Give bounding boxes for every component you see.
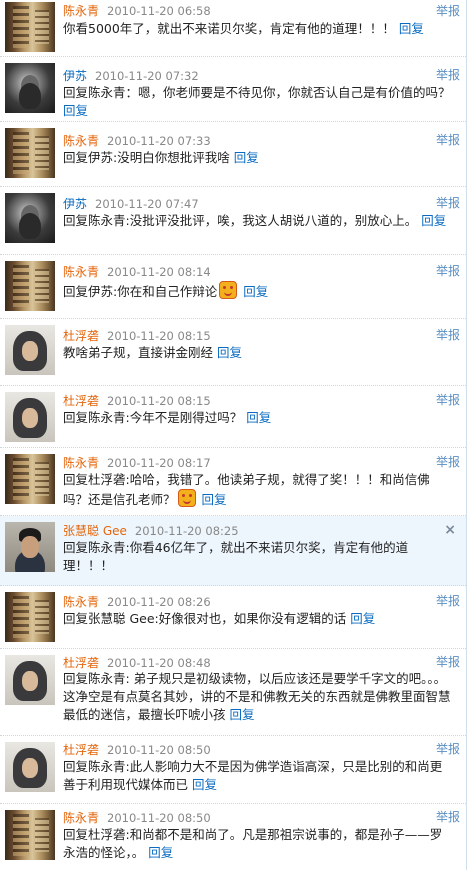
report-link[interactable]: 举报 [436,194,460,211]
reply-link[interactable]: 回复 [421,213,446,228]
comment-time: 2010-11-20 06:58 [107,4,211,18]
book-cover-avatar[interactable] [5,2,55,52]
report-link[interactable]: 举报 [436,453,460,470]
comment-item: 杜浮砻 2010-11-20 08:15 举报 回复陈永青:今年不是刚得过吗？ 回… [0,386,466,448]
report-link[interactable]: 举报 [436,262,460,279]
book-cover-avatar[interactable] [5,810,55,860]
comment-text: 回复陈永青：嗯，你老师要是不待见你，你就否认自己是有价值的吗？ [63,85,451,100]
comment-text: 回复陈永青:你看46亿年了，就出不来诺贝尔奖，肯定有他的道理！！！ [63,540,409,573]
comment-author[interactable]: 杜浮砻 [63,656,99,670]
book-cover-avatar[interactable] [5,261,55,311]
comment-item: 伊苏 2010-11-20 07:32 举报 回复陈永青：嗯，你老师要是不待见你，… [0,57,466,122]
book-cover-avatar[interactable] [5,454,55,504]
reply-link[interactable]: 回复 [63,103,88,118]
reply-link[interactable]: 回复 [192,777,217,792]
comment-item: 陈永青 2010-11-20 06:58 举报 你看5000年了，就出不来诺贝尔奖… [0,0,466,57]
reply-link[interactable]: 回复 [246,410,271,425]
comment-author[interactable]: 陈永青 [63,4,99,18]
comment-item: 陈永青 2010-11-20 07:33 举报 回复伊苏:没明白你想批评我啥 回复 [0,122,466,187]
hooded-person-avatar[interactable] [5,325,55,375]
report-link[interactable]: 举报 [436,653,460,670]
comment-time: 2010-11-20 07:33 [107,134,211,148]
reply-link[interactable]: 回复 [234,150,259,165]
report-link[interactable]: 举报 [436,808,460,825]
comment-author[interactable]: 陈永青 [63,265,99,279]
report-link[interactable]: 举报 [436,66,460,83]
comment-author[interactable]: 杜浮砻 [63,743,99,757]
reply-link[interactable]: 回复 [243,284,268,299]
reply-link[interactable]: 回复 [148,845,173,860]
report-link[interactable]: 举报 [436,740,460,757]
comment-author[interactable]: 陈永青 [63,811,99,825]
comment-text: 回复伊苏:没明白你想批评我啥 [63,150,230,165]
hooded-person-avatar[interactable] [5,742,55,792]
comment-author[interactable]: 伊苏 [63,69,87,83]
comment-time: 2010-11-20 07:32 [95,69,199,83]
comment-item: 张慧聪 Gee 2010-11-20 08:25 × 回复陈永青:你看46亿年了，… [0,516,466,586]
comment-time: 2010-11-20 08:50 [107,743,211,757]
hooded-person-avatar[interactable] [5,392,55,442]
reply-link[interactable]: 回复 [399,21,424,36]
comment-item: 陈永青 2010-11-20 08:26 举报 回复张慧聪 Gee:好像很对也，如… [0,586,466,649]
comment-time: 2010-11-20 07:47 [95,197,199,211]
hooded-person-avatar[interactable] [5,655,55,705]
comment-author[interactable]: 杜浮砻 [63,329,99,343]
comment-author[interactable]: 杜浮砻 [63,394,99,408]
book-cover-avatar[interactable] [5,128,55,178]
comment-item: 杜浮砻 2010-11-20 08:50 举报 回复陈永青:此人影响力大不是因为佛… [0,736,466,804]
comment-item: 杜浮砻 2010-11-20 08:15 举报 教啥弟子规，直接讲金刚经 回复 [0,319,466,386]
comment-item: 陈永青 2010-11-20 08:14 举报 回复伊苏:你在和自己作辩论 回复 [0,255,466,319]
comment-time: 2010-11-20 08:14 [107,265,211,279]
comment-author[interactable]: 张慧聪 Gee [63,524,127,538]
smiley-emoji-icon [219,281,238,299]
delete-comment-icon[interactable]: × [444,522,456,538]
reply-link[interactable]: 回复 [230,707,255,722]
bw-portrait-avatar[interactable] [5,63,55,113]
comment-time: 2010-11-20 08:15 [107,329,211,343]
comment-author[interactable]: 陈永青 [63,595,99,609]
comment-item: 陈永青 2010-11-20 08:50 举报 回复杜浮砻:和尚都不是和尚了。凡是… [0,804,466,870]
comment-text: 回复张慧聪 Gee:好像很对也，如果你没有逻辑的话 [63,611,347,626]
comment-list: 陈永青 2010-11-20 06:58 举报 你看5000年了，就出不来诺贝尔奖… [0,0,467,870]
comment-time: 2010-11-20 08:26 [107,595,211,609]
comment-time: 2010-11-20 08:17 [107,456,211,470]
reply-link[interactable]: 回复 [217,345,242,360]
reply-link[interactable]: 回复 [202,492,227,507]
comment-item: 伊苏 2010-11-20 07:47 举报 回复陈永青:没批评没批评，唉，我这人… [0,187,466,255]
comment-time: 2010-11-20 08:48 [107,656,211,670]
comment-text: 回复杜浮砻:哈哈，我错了。他读弟子规，就得了奖！！！和尚信佛吗？还是信孔老师？ [63,472,430,507]
comment-item: 陈永青 2010-11-20 08:17 举报 回复杜浮砻:哈哈，我错了。他读弟子… [0,448,466,516]
comment-text: 回复陈永青: 弟子规只是初级读物，以后应该还是要学千字文的吧。。。这净空是有点莫… [63,671,451,722]
man-portrait-avatar[interactable] [5,522,55,572]
comment-text: 回复伊苏:你在和自己作辩论 [63,284,218,299]
report-link[interactable]: 举报 [436,592,460,609]
comment-text: 回复陈永青:没批评没批评，唉，我这人胡说八道的，别放心上。 [63,213,418,228]
comment-time: 2010-11-20 08:50 [107,811,211,825]
book-cover-avatar[interactable] [5,592,55,642]
comment-text: 教啥弟子规，直接讲金刚经 [63,345,214,360]
comment-text: 回复陈永青:此人影响力大不是因为佛学造诣高深，只是比别的和尚更善于利用现代媒体而… [63,759,443,792]
report-link[interactable]: 举报 [436,326,460,343]
comment-author[interactable]: 陈永青 [63,134,99,148]
comment-item: 杜浮砻 2010-11-20 08:48 举报 回复陈永青: 弟子规只是初级读物，… [0,649,466,736]
report-link[interactable]: 举报 [436,2,460,19]
comment-time: 2010-11-20 08:25 [134,524,239,538]
comment-text: 回复杜浮砻:和尚都不是和尚了。凡是那祖宗说事的，都是孙子——罗永浩的怪论，。 [63,827,443,860]
report-link[interactable]: 举报 [436,131,460,148]
smiley-emoji-icon [177,489,196,507]
comment-author[interactable]: 陈永青 [63,456,99,470]
comment-time: 2010-11-20 08:15 [107,394,211,408]
comment-text: 你看5000年了，就出不来诺贝尔奖，肯定有他的道理！！！ [63,21,395,36]
comment-author[interactable]: 伊苏 [63,197,87,211]
reply-link[interactable]: 回复 [350,611,375,626]
report-link[interactable]: 举报 [436,391,460,408]
bw-portrait-avatar[interactable] [5,193,55,243]
comment-text: 回复陈永青:今年不是刚得过吗？ [63,410,243,425]
